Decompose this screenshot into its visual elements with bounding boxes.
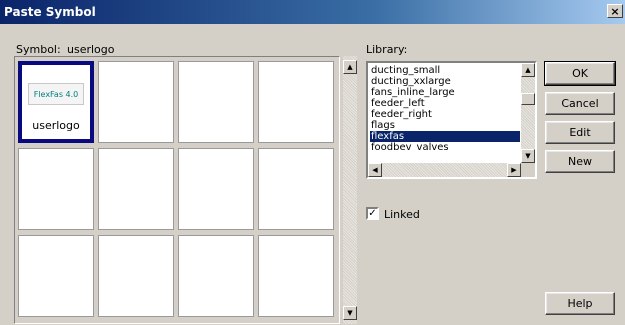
- symbol-cell[interactable]: [98, 61, 174, 143]
- list-scroll-thumb[interactable]: [521, 93, 535, 105]
- close-icon: ×: [610, 4, 620, 18]
- library-item[interactable]: ducting_xxlarge: [370, 76, 520, 87]
- thumbnail-text: FlexFas 4.0: [33, 89, 79, 99]
- symbol-cell[interactable]: [178, 235, 254, 317]
- edit-button[interactable]: Edit: [545, 121, 615, 144]
- library-item[interactable]: ducting_small: [370, 65, 520, 76]
- symbol-cell[interactable]: [98, 148, 174, 230]
- library-item[interactable]: fans_inline_large: [370, 87, 520, 98]
- linked-label: Linked: [384, 208, 420, 221]
- scrollbar-corner: [521, 163, 535, 177]
- symbol-thumbnail: FlexFas 4.0: [28, 83, 84, 105]
- scroll-down-button[interactable]: ▼: [343, 306, 357, 320]
- library-vertical-scrollbar[interactable]: ▲ ▼: [521, 63, 535, 163]
- library-horizontal-scrollbar[interactable]: ◀ ▶: [368, 163, 521, 177]
- symbol-cell[interactable]: [178, 148, 254, 230]
- arrow-down-icon: ▼: [347, 309, 353, 317]
- library-item[interactable]: foodbev_valves: [370, 142, 520, 151]
- symbol-cell-label: userlogo: [32, 119, 80, 132]
- list-scroll-down-button[interactable]: ▼: [521, 149, 535, 163]
- library-item[interactable]: flags: [370, 120, 520, 131]
- list-scroll-right-button[interactable]: ▶: [507, 163, 521, 177]
- new-button[interactable]: New: [545, 150, 615, 173]
- window-title: Paste Symbol: [4, 5, 96, 19]
- cancel-button-label: Cancel: [561, 97, 599, 110]
- arrow-down-icon: ▼: [525, 152, 531, 160]
- library-item-selected[interactable]: flexfas: [370, 131, 520, 142]
- symbol-cell[interactable]: [258, 148, 334, 230]
- scroll-up-button[interactable]: ▲: [343, 60, 357, 74]
- symbol-cell[interactable]: [258, 235, 334, 317]
- symbol-cell[interactable]: [18, 148, 94, 230]
- checkmark-icon: ✓: [368, 208, 377, 219]
- symbol-name: userlogo: [67, 43, 115, 56]
- symbol-cell[interactable]: [18, 235, 94, 317]
- arrow-up-icon: ▲: [347, 63, 353, 71]
- list-scroll-left-button[interactable]: ◀: [368, 163, 382, 177]
- ok-button[interactable]: OK: [544, 61, 616, 86]
- library-item[interactable]: feeder_right: [370, 109, 520, 120]
- ok-button-label: OK: [572, 67, 588, 80]
- symbol-cell[interactable]: [178, 61, 254, 143]
- arrow-right-icon: ▶: [511, 166, 517, 174]
- symbol-cell[interactable]: [98, 235, 174, 317]
- library-list[interactable]: ducting_small ducting_xxlarge fans_inlin…: [366, 61, 537, 179]
- linked-checkbox[interactable]: ✓: [366, 207, 379, 220]
- cancel-button[interactable]: Cancel: [545, 92, 615, 115]
- library-label: Library:: [366, 43, 408, 56]
- list-scroll-up-button[interactable]: ▲: [521, 63, 535, 77]
- symbol-label: Symbol:: [16, 43, 61, 56]
- symbol-grid: FlexFas 4.0 userlogo: [14, 56, 340, 324]
- edit-button-label: Edit: [569, 126, 591, 139]
- arrow-up-icon: ▲: [525, 66, 531, 74]
- title-bar: Paste Symbol ×: [0, 0, 625, 24]
- close-button[interactable]: ×: [607, 4, 623, 18]
- new-button-label: New: [568, 155, 592, 168]
- library-item[interactable]: feeder_left: [370, 98, 520, 109]
- symbol-grid-scrollbar[interactable]: ▲ ▼: [343, 56, 357, 324]
- symbol-cell-selected[interactable]: FlexFas 4.0 userlogo: [18, 61, 94, 143]
- symbol-cell[interactable]: [258, 61, 334, 143]
- help-button[interactable]: Help: [545, 292, 615, 315]
- arrow-left-icon: ◀: [372, 166, 378, 174]
- help-button-label: Help: [567, 297, 593, 310]
